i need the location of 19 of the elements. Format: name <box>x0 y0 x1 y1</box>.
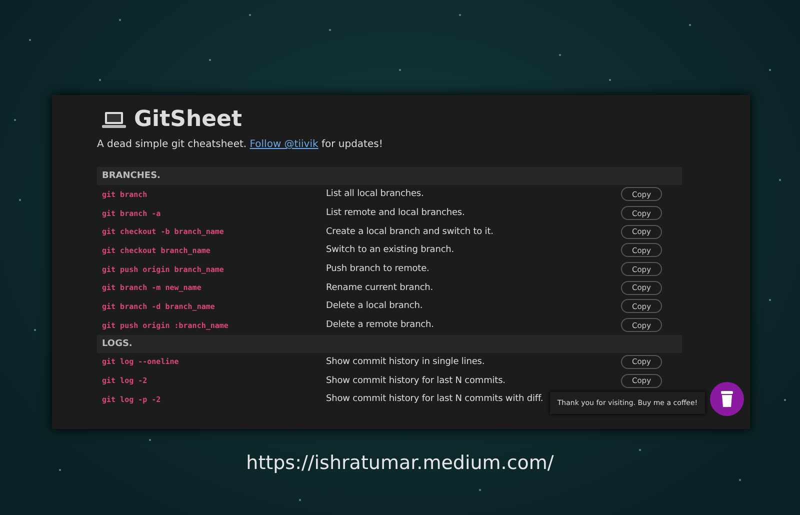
description-text: Show commit history for last N commits. <box>326 376 506 386</box>
cup-icon <box>720 390 734 408</box>
description-text: Show commit history for last N commits with diff. <box>326 394 544 404</box>
laptop-icon <box>102 110 126 130</box>
section-header: BRANCHES. <box>97 167 682 185</box>
description-text: Push branch to remote. <box>326 264 430 274</box>
description-text: Create a local branch and switch to it. <box>326 226 494 237</box>
page-title: GitSheet <box>134 107 242 132</box>
follow-link[interactable]: Follow @tiivik <box>250 139 318 150</box>
subtitle-text: A dead simple git cheatsheet. Follow @tiivik for updates! <box>97 139 383 150</box>
caption-text: https://ishratumar.medium.com/ <box>245 452 555 474</box>
description-text: List remote and local branches. <box>326 208 465 218</box>
description-text: List all local branches. <box>326 189 424 200</box>
description-text: Delete a remote branch. <box>326 320 434 330</box>
description-text: Show commit history in single lines. <box>326 356 485 367</box>
description-text: Delete a local branch. <box>326 301 423 312</box>
description-text: Rename current branch. <box>326 282 434 293</box>
section-header: LOGS. <box>97 334 682 352</box>
description-text: Switch to an existing branch. <box>326 245 454 256</box>
